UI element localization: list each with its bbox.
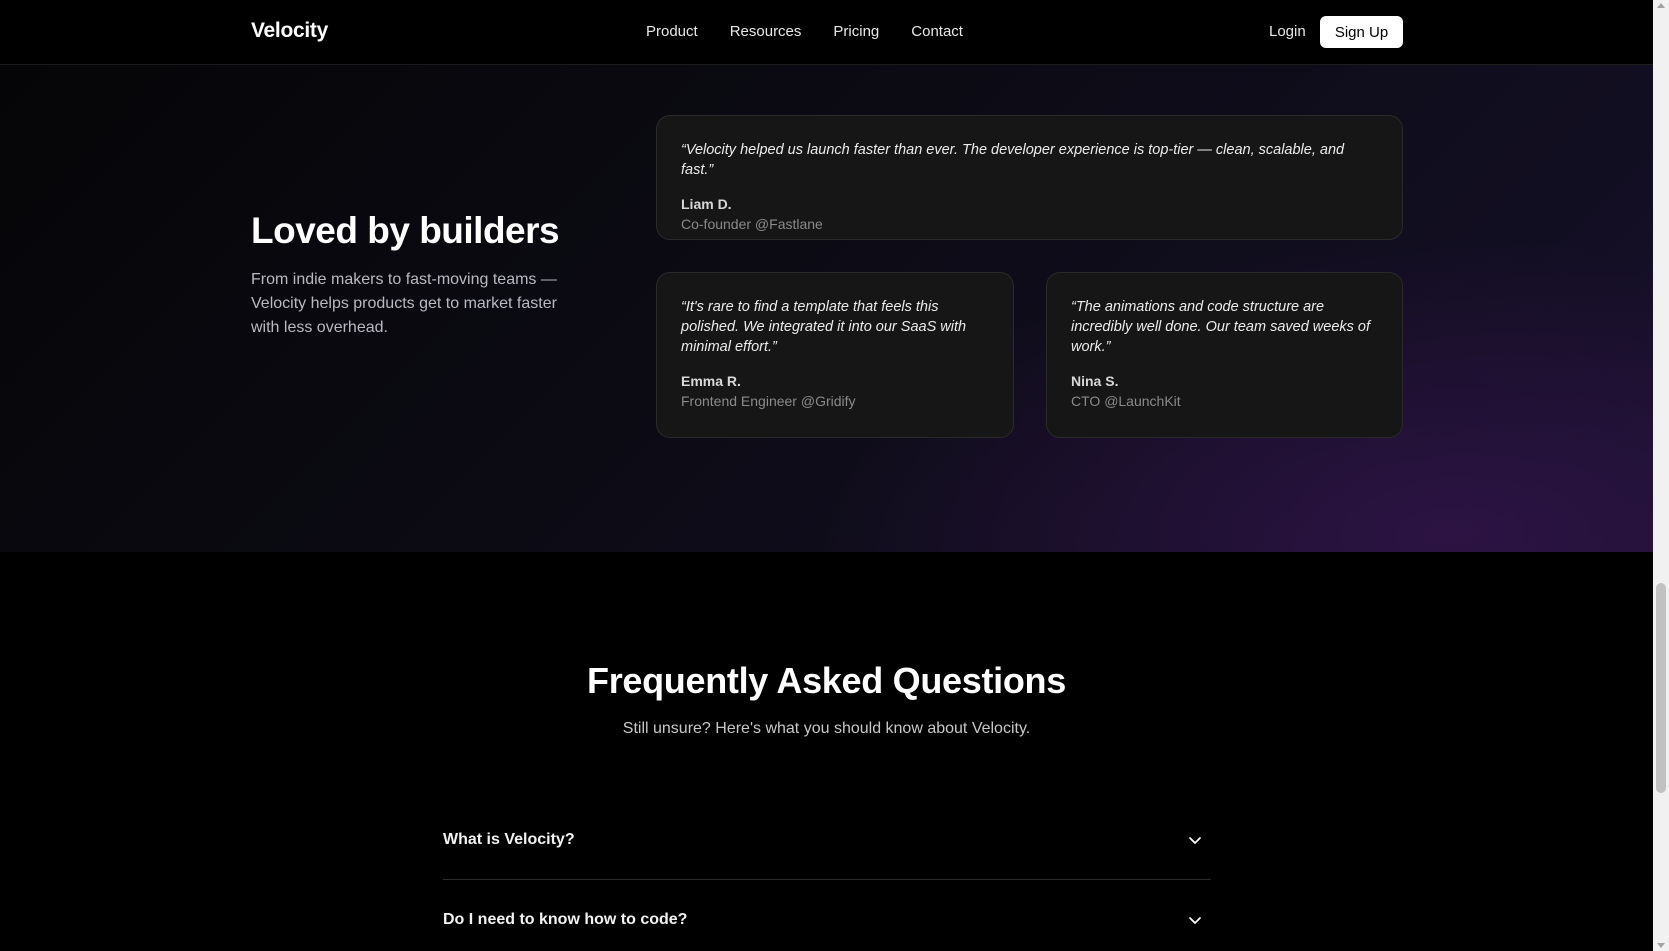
testimonial-role: CTO @LaunchKit [1071, 393, 1181, 409]
faq-title: Frequently Asked Questions [587, 660, 1066, 701]
testimonial-name: Liam D. [681, 196, 732, 212]
testimonial-card: “Velocity helped us launch faster than e… [656, 115, 1403, 240]
logo[interactable]: Velocity [251, 19, 328, 43]
testimonials-section: Loved by builders From indie makers to f… [0, 64, 1653, 552]
testimonial-role: Co-founder @Fastlane [681, 216, 823, 232]
testimonial-card: “It's rare to find a template that feels… [656, 272, 1014, 438]
testimonials-title: Loved by builders [251, 210, 560, 251]
scroll-down-arrow-icon[interactable] [1657, 943, 1665, 948]
page: Velocity Product Resources Pricing Conta… [0, 0, 1669, 951]
testimonial-name: Nina S. [1071, 373, 1119, 389]
nav-links: Product Resources Pricing Contact [646, 23, 963, 40]
nav-link-pricing[interactable]: Pricing [833, 23, 879, 40]
testimonial-quote: “Velocity helped us launch faster than e… [681, 142, 1345, 178]
faq-list: What is Velocity? Do I need to know how … [443, 800, 1211, 951]
scroll-up-arrow-icon[interactable] [1657, 3, 1665, 8]
testimonials-subtitle: From indie makers to fast-moving teams —… [251, 271, 557, 336]
faq-question: Do I need to know how to code? [443, 910, 688, 928]
scrollbar-thumb[interactable] [1656, 583, 1666, 793]
nav-link-resources[interactable]: Resources [730, 23, 802, 40]
top-nav: Velocity Product Resources Pricing Conta… [0, 0, 1653, 65]
testimonial-name: Emma R. [681, 373, 741, 389]
chevron-down-icon[interactable] [1187, 832, 1203, 848]
vertical-scrollbar[interactable] [1653, 0, 1669, 951]
chevron-down-icon[interactable] [1187, 912, 1203, 928]
faq-item-what-is-velocity[interactable]: What is Velocity? [443, 800, 1211, 880]
faq-item-need-to-code[interactable]: Do I need to know how to code? [443, 880, 1211, 951]
nav-link-contact[interactable]: Contact [911, 23, 963, 40]
faq-question: What is Velocity? [443, 830, 575, 848]
testimonial-quote: “The animations and code structure are i… [1071, 299, 1371, 355]
testimonial-quote: “It's rare to find a template that feels… [681, 299, 967, 355]
login-link[interactable]: Login [1269, 23, 1306, 40]
testimonial-role: Frontend Engineer @Gridify [681, 393, 856, 409]
signup-button[interactable]: Sign Up [1320, 16, 1403, 48]
testimonial-card: “The animations and code structure are i… [1046, 272, 1403, 438]
nav-link-product[interactable]: Product [646, 23, 698, 40]
faq-subtitle: Still unsure? Here's what you should kno… [622, 720, 1031, 737]
